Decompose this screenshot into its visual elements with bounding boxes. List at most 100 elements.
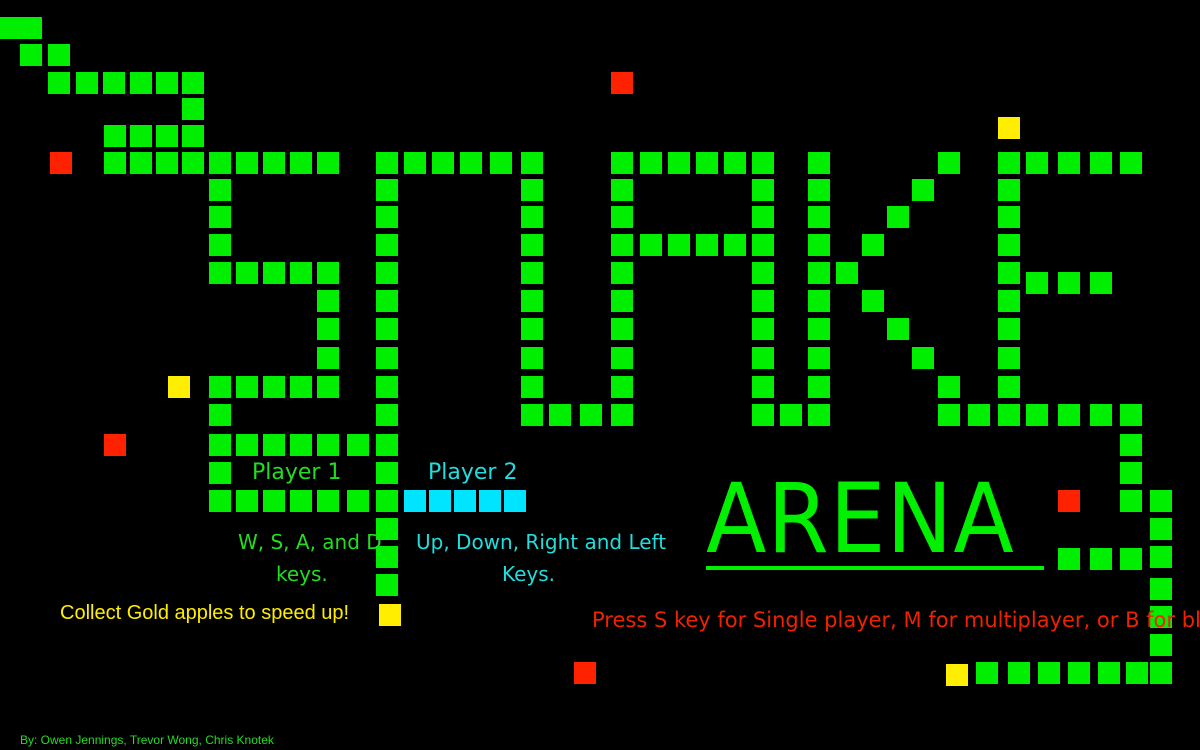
letter-n-segment	[521, 152, 543, 174]
letter-k-segment	[808, 179, 830, 201]
letter-e-segment	[998, 347, 1020, 369]
letter-n-segment	[376, 262, 398, 284]
letter-k-segment	[808, 318, 830, 340]
letter-e-segment	[998, 206, 1020, 228]
snake-segment	[236, 490, 258, 512]
letter-n-segment	[376, 318, 398, 340]
letter-s-segment	[263, 152, 285, 174]
gold-apple	[998, 117, 1020, 139]
snake-segment	[1120, 548, 1142, 570]
letter-s-segment	[236, 376, 258, 398]
letter-s-segment	[209, 206, 231, 228]
red-apple	[104, 434, 126, 456]
snake-segment	[156, 152, 178, 174]
game-board	[0, 0, 1200, 750]
letter-k-segment	[808, 206, 830, 228]
letter-a-segment	[696, 152, 718, 174]
letter-a-segment	[752, 347, 774, 369]
letter-s-segment	[317, 347, 339, 369]
letter-n-segment	[521, 290, 543, 312]
letter-s-segment	[317, 152, 339, 174]
letter-s-segment	[236, 262, 258, 284]
snake-segment	[130, 152, 152, 174]
letter-e-segment	[998, 290, 1020, 312]
letter-n-segment	[376, 462, 398, 484]
letter-e-segment	[1090, 152, 1112, 174]
snake-segment	[317, 434, 339, 456]
letter-a-segment	[752, 179, 774, 201]
letter-e-segment	[998, 234, 1020, 256]
snake-segment	[236, 434, 258, 456]
letter-e-segment	[968, 404, 990, 426]
red-apple	[611, 72, 633, 94]
letter-a-segment	[640, 234, 662, 256]
letter-e-segment	[1026, 404, 1048, 426]
mode-select-instructions: Press S key for Single player, M for mul…	[592, 608, 1200, 632]
snake-segment	[182, 152, 204, 174]
snake-segment	[1120, 434, 1142, 456]
letter-n-segment	[376, 206, 398, 228]
letter-k-segment	[808, 152, 830, 174]
letter-a-segment	[752, 152, 774, 174]
letter-n-segment	[404, 152, 426, 174]
letter-a-segment	[611, 234, 633, 256]
letter-n-segment	[376, 152, 398, 174]
letter-n-segment	[521, 376, 543, 398]
snake-segment	[0, 17, 22, 39]
letter-n-segment	[521, 404, 543, 426]
snake-segment	[1150, 490, 1172, 512]
snake-segment	[48, 44, 70, 66]
letter-a-segment	[752, 262, 774, 284]
snake-segment	[290, 490, 312, 512]
player1-controls-line1: W, S, A, and D	[238, 530, 382, 554]
letter-e-segment	[998, 404, 1020, 426]
letter-k-segment	[808, 262, 830, 284]
letter-e-segment	[938, 404, 960, 426]
letter-k-segment	[887, 206, 909, 228]
letter-s-segment	[209, 376, 231, 398]
letter-a-segment	[611, 262, 633, 284]
snake-segment	[1150, 634, 1172, 656]
letter-a-segment	[752, 234, 774, 256]
snake-segment	[209, 490, 231, 512]
letter-e-segment	[1058, 152, 1080, 174]
letter-a-segment	[611, 206, 633, 228]
snake-segment	[130, 125, 152, 147]
letter-s-segment	[236, 152, 258, 174]
snake-segment	[347, 434, 369, 456]
letter-k-segment	[808, 347, 830, 369]
snake-segment	[1038, 662, 1060, 684]
letter-a-segment	[752, 318, 774, 340]
snake-segment	[104, 125, 126, 147]
letter-n-segment	[580, 404, 602, 426]
arena-title: ARENA	[706, 463, 1015, 575]
letter-e-segment	[1120, 404, 1142, 426]
letter-n-segment	[376, 404, 398, 426]
letter-a-segment	[611, 318, 633, 340]
letter-n-segment	[521, 262, 543, 284]
letter-s-segment	[317, 376, 339, 398]
credits: By: Owen Jennings, Trevor Wong, Chris Kn…	[20, 733, 274, 747]
snake-segment	[1126, 662, 1148, 684]
snake-segment	[1150, 518, 1172, 540]
letter-k-segment	[836, 262, 858, 284]
snake-segment	[317, 490, 339, 512]
letter-s-segment	[290, 262, 312, 284]
letter-a-segment	[611, 179, 633, 201]
letter-a-segment	[611, 376, 633, 398]
player2-snake-segment	[504, 490, 526, 512]
letter-k-segment	[808, 404, 830, 426]
snake-segment	[1150, 662, 1172, 684]
letter-e-segment	[1120, 152, 1142, 174]
snake-segment	[182, 72, 204, 94]
letter-e-segment	[1058, 272, 1080, 294]
letter-k-segment	[808, 290, 830, 312]
letter-a-segment	[668, 152, 690, 174]
letter-e-segment	[1090, 404, 1112, 426]
red-apple	[1058, 490, 1080, 512]
letter-n-segment	[521, 347, 543, 369]
snake-segment	[104, 152, 126, 174]
letter-k-segment	[808, 376, 830, 398]
letter-s-segment	[317, 318, 339, 340]
letter-k-segment	[912, 179, 934, 201]
